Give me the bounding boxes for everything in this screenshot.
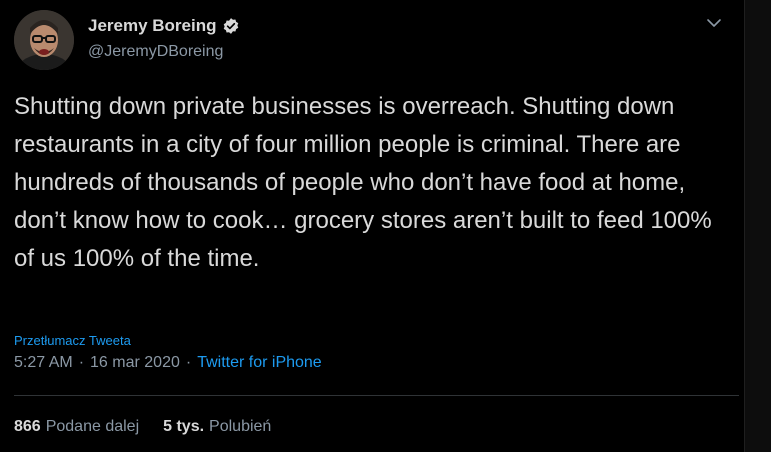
tweet-stats: 866 Podane dalej 5 tys. Polubień <box>14 418 271 436</box>
tweet-date[interactable]: 16 mar 2020 <box>90 354 180 372</box>
tweet-source-link[interactable]: Twitter for iPhone <box>197 354 322 372</box>
translate-tweet-link[interactable]: Przetłumacz Tweeta <box>14 333 131 348</box>
meta-separator: · <box>185 354 192 371</box>
tweet-time[interactable]: 5:27 AM <box>14 354 73 372</box>
verified-badge-icon <box>222 17 240 35</box>
avatar[interactable] <box>14 10 74 70</box>
avatar-photo <box>14 10 74 70</box>
retweets-count[interactable]: 866 <box>14 418 41 436</box>
likes-count[interactable]: 5 tys. <box>163 418 204 436</box>
retweets-label[interactable]: Podane dalej <box>46 418 139 436</box>
chevron-down-icon[interactable] <box>705 14 723 32</box>
author-name[interactable]: Jeremy Boreing <box>88 16 217 36</box>
likes-label[interactable]: Polubień <box>209 418 271 436</box>
author-handle[interactable]: @JeremyDBoreing <box>88 43 223 61</box>
tweet-card: Jeremy Boreing @JeremyDBoreing Shutting … <box>0 0 745 452</box>
tweet-meta: 5:27 AM · 16 mar 2020 · Twitter for iPho… <box>14 354 322 372</box>
divider <box>14 395 739 396</box>
tweet-text: Shutting down private businesses is over… <box>14 93 712 272</box>
author-name-row[interactable]: Jeremy Boreing <box>88 16 240 36</box>
scrollbar[interactable] <box>744 0 771 452</box>
meta-separator: · <box>78 354 85 371</box>
